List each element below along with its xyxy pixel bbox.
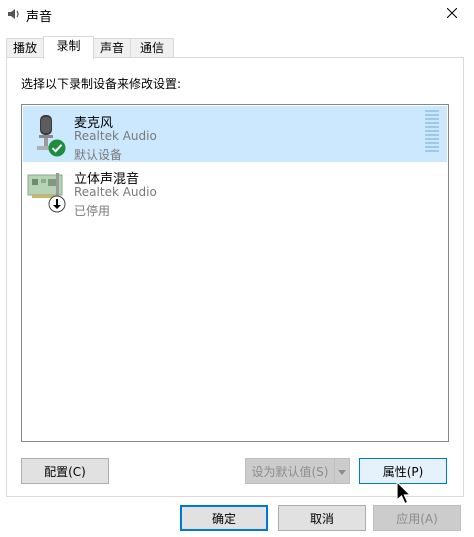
close-button[interactable] (430, 0, 474, 28)
tab-panel: 选择以下录制设备来修改设置: 麦克风 Realtek Audio 默认设备 立体… (6, 57, 464, 497)
instruction-text: 选择以下录制设备来修改设置: (21, 77, 182, 91)
device-status: 已停用 (74, 204, 111, 218)
tab-communications[interactable]: 通信 (130, 38, 174, 58)
set-default-dropdown-button[interactable] (334, 458, 350, 484)
device-item-stereo-mix[interactable]: 立体声混音 Realtek Audio 已停用 (23, 162, 447, 218)
device-driver: Realtek Audio (74, 129, 157, 143)
mouse-cursor-icon (396, 480, 414, 507)
device-item-microphone[interactable]: 麦克风 Realtek Audio 默认设备 (23, 106, 447, 162)
device-list[interactable]: 麦克风 Realtek Audio 默认设备 立体声混音 Realtek Aud… (21, 104, 449, 442)
level-meter (425, 110, 439, 156)
ok-button[interactable]: 确定 (180, 505, 268, 531)
device-status: 默认设备 (74, 148, 123, 162)
checkmark-icon (48, 139, 66, 157)
speaker-icon (7, 7, 21, 21)
device-driver: Realtek Audio (74, 185, 157, 199)
set-default-button[interactable]: 设为默认值(S) (245, 458, 335, 484)
tab-playback[interactable]: 播放 (6, 38, 44, 58)
title-bar: 声音 (0, 0, 474, 28)
chevron-down-icon (338, 464, 346, 478)
apply-button[interactable]: 应用(A) (373, 505, 461, 531)
tab-sounds[interactable]: 声音 (93, 38, 131, 58)
down-arrow-icon (48, 195, 66, 213)
cancel-button[interactable]: 取消 (278, 505, 366, 531)
configure-button[interactable]: 配置(C) (21, 458, 109, 484)
tab-recording[interactable]: 录制 (43, 36, 94, 59)
close-icon (446, 7, 458, 21)
window-title: 声音 (26, 10, 53, 25)
